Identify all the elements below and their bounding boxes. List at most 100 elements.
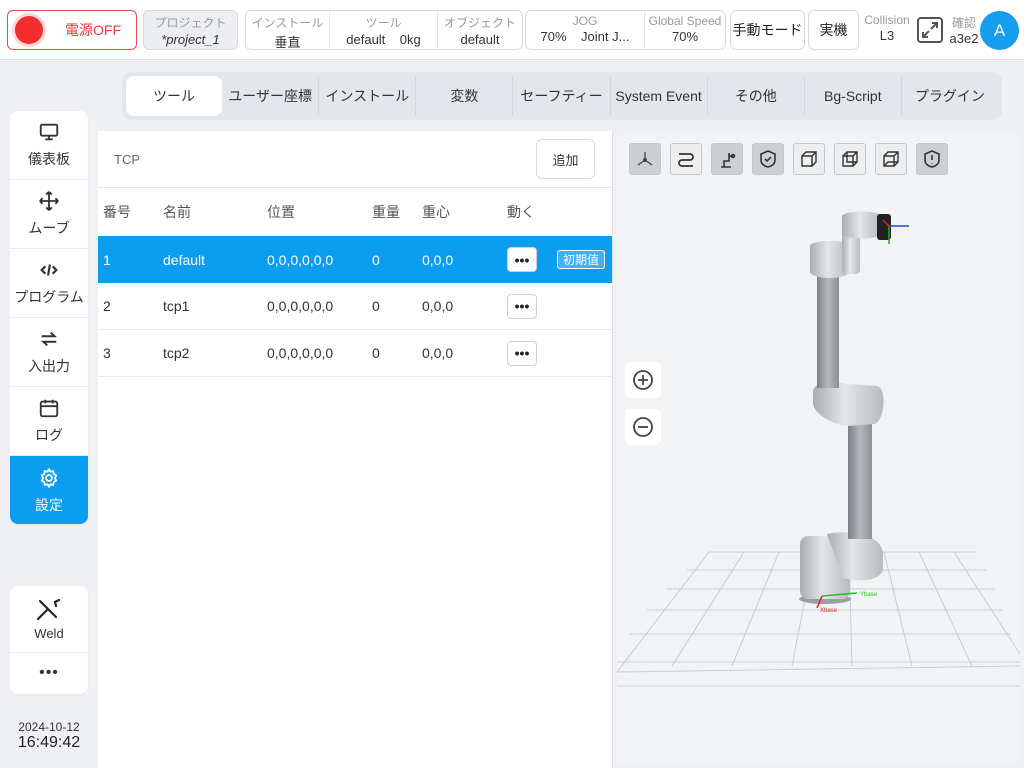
tab-plugin[interactable]: プラグイン xyxy=(902,76,998,116)
global-speed-value: 70% xyxy=(671,29,699,44)
project-button[interactable]: プロジェクト *project_1 xyxy=(143,10,238,50)
tool-weight: 0kg xyxy=(399,32,421,47)
zoom-in-button[interactable] xyxy=(625,362,661,398)
tab-safety[interactable]: セーフティー xyxy=(513,76,611,116)
view-iso-button[interactable] xyxy=(629,143,661,175)
tab-bg-script[interactable]: Bg-Script xyxy=(805,76,902,116)
expand-icon[interactable] xyxy=(916,16,944,44)
table-header: 番号 名前 位置 重量 重心 動く xyxy=(98,188,612,236)
robot-arm-icon xyxy=(721,153,736,168)
confirm-value: a3e2 xyxy=(949,31,979,46)
col-header-weight: 重量 xyxy=(372,204,400,220)
collision-alert-button[interactable] xyxy=(916,143,948,175)
nav-item-log[interactable]: ログ xyxy=(10,387,88,456)
row-more-button[interactable]: ••• xyxy=(507,247,537,272)
cell-number: 2 xyxy=(103,298,111,314)
nav-item-program[interactable]: プログラム xyxy=(10,249,88,318)
robot-scene: Ybase Xbase xyxy=(617,211,1020,687)
jog-percent: 70% xyxy=(540,29,567,44)
nav-item-dashboard[interactable]: 儀表板 xyxy=(10,111,88,180)
install-value: 垂直 xyxy=(274,35,301,50)
shield-check-icon xyxy=(760,150,776,168)
top-status-bar: 電源OFF プロジェクト *project_1 インストール 垂直 ツール de… xyxy=(0,0,1024,60)
cube-front-icon xyxy=(801,151,817,167)
add-button[interactable]: 追加 xyxy=(536,139,595,179)
code-icon xyxy=(40,264,58,276)
table-row[interactable]: 2 tcp1 0,0,0,0,0,0 0 0,0,0 ••• xyxy=(98,283,612,330)
table-row[interactable]: 3 tcp2 0,0,0,0,0,0 0 0,0,0 ••• xyxy=(98,330,612,377)
jog-cell[interactable]: JOG 70% Joint J... xyxy=(526,11,645,49)
tool-cell[interactable]: ツール default 0kg xyxy=(330,11,438,49)
nav-more-button[interactable]: ••• xyxy=(10,653,88,693)
avatar[interactable]: A xyxy=(980,11,1019,50)
install-cell[interactable]: インストール 垂直 xyxy=(246,11,330,50)
plugin-nav: Weld ••• xyxy=(10,586,88,694)
nav-item-settings[interactable]: 設定 xyxy=(10,456,88,524)
monitor-icon xyxy=(39,123,59,141)
cell-name: tcp1 xyxy=(163,298,190,314)
row-more-button[interactable]: ••• xyxy=(507,340,537,366)
zoom-out-button[interactable] xyxy=(625,409,661,445)
collision-level[interactable]: Collision L3 xyxy=(862,13,912,43)
view-iso-icon xyxy=(637,152,653,166)
weld-label: Weld xyxy=(34,626,64,641)
confirm-code: 確認 a3e2 xyxy=(947,14,981,46)
nav-item-io[interactable]: 入出力 xyxy=(10,318,88,387)
real-machine-button[interactable]: 実機 xyxy=(808,10,859,50)
nav-item-weld[interactable]: Weld xyxy=(10,586,88,653)
tab-user-frame[interactable]: ユーザー座標 xyxy=(222,76,320,116)
object-value: default xyxy=(460,32,500,47)
confirm-label: 確認 xyxy=(951,16,976,30)
tab-variables[interactable]: 変数 xyxy=(416,76,514,116)
side-view-button[interactable] xyxy=(834,143,866,175)
cube-top-icon xyxy=(883,151,899,167)
top-view-button[interactable] xyxy=(875,143,907,175)
tab-install[interactable]: インストール xyxy=(319,76,417,116)
left-nav: 儀表板 ムーブ プログラム 入出力 ログ 設定 xyxy=(10,111,88,524)
zoom-in-icon xyxy=(633,370,653,390)
tab-tool[interactable]: ツール xyxy=(126,76,223,116)
global-speed-cell[interactable]: Global Speed 70% xyxy=(645,11,725,49)
jog-value: 70% Joint J... xyxy=(526,29,644,44)
install-tool-object-group[interactable]: インストール 垂直 ツール default 0kg オブジェクト default xyxy=(245,10,523,50)
tcp-panel-header: TCP 追加 xyxy=(98,131,612,188)
jog-speed-group[interactable]: JOG 70% Joint J... Global Speed 70% xyxy=(525,10,726,50)
col-header-name: 名前 xyxy=(163,204,191,220)
robot-3d-viewport[interactable]: Ybase Xbase xyxy=(617,134,1020,764)
power-indicator-icon xyxy=(15,16,43,44)
global-speed-label: Global Speed xyxy=(648,14,722,28)
front-view-button[interactable] xyxy=(793,143,825,175)
cell-position: 0,0,0,0,0,0 xyxy=(267,251,334,268)
tab-other[interactable]: その他 xyxy=(708,76,805,116)
project-value: *project_1 xyxy=(161,32,220,47)
cell-number: 1 xyxy=(103,251,111,268)
cell-number: 3 xyxy=(103,345,111,361)
settings-tabs: ツール ユーザー座標 インストール 変数 セーフティー System Event… xyxy=(122,72,1002,120)
calendar-icon xyxy=(39,399,59,418)
settings-tabbar: ツール ユーザー座標 インストール 変数 セーフティー System Event… xyxy=(98,62,1024,130)
power-label: 電源OFF xyxy=(65,22,121,38)
robot-view-button[interactable] xyxy=(711,143,743,175)
manual-mode-button[interactable]: 手動モード xyxy=(730,10,805,50)
cell-cog: 0,0,0 xyxy=(422,345,454,361)
nav-item-move[interactable]: ムーブ xyxy=(10,180,88,249)
collision-label: Collision xyxy=(864,13,910,27)
safety-plane-button[interactable] xyxy=(752,143,784,175)
col-header-move: 動く xyxy=(507,204,535,220)
path-view-button[interactable] xyxy=(670,143,702,175)
table-row[interactable]: 1 default 0,0,0,0,0,0 0 0,0,0 ••• 初期值 xyxy=(98,236,612,283)
axis-x-label: Xbase xyxy=(820,608,838,614)
row-more-button[interactable]: ••• xyxy=(507,293,537,319)
object-cell[interactable]: オブジェクト default xyxy=(438,11,522,49)
clock-time: 16:49:42 xyxy=(17,734,81,751)
object-label: オブジェクト xyxy=(443,16,516,30)
tool-name: default xyxy=(346,32,386,47)
power-button[interactable]: 電源OFF xyxy=(7,10,137,50)
zoom-out-icon xyxy=(633,417,653,437)
tab-system-event[interactable]: System Event xyxy=(611,76,708,116)
cell-cog: 0,0,0 xyxy=(422,251,454,268)
nav-label: 設定 xyxy=(35,496,63,513)
cell-name: default xyxy=(163,251,206,268)
nav-label: ログ xyxy=(35,427,63,443)
nav-label: ムーブ xyxy=(28,220,70,236)
